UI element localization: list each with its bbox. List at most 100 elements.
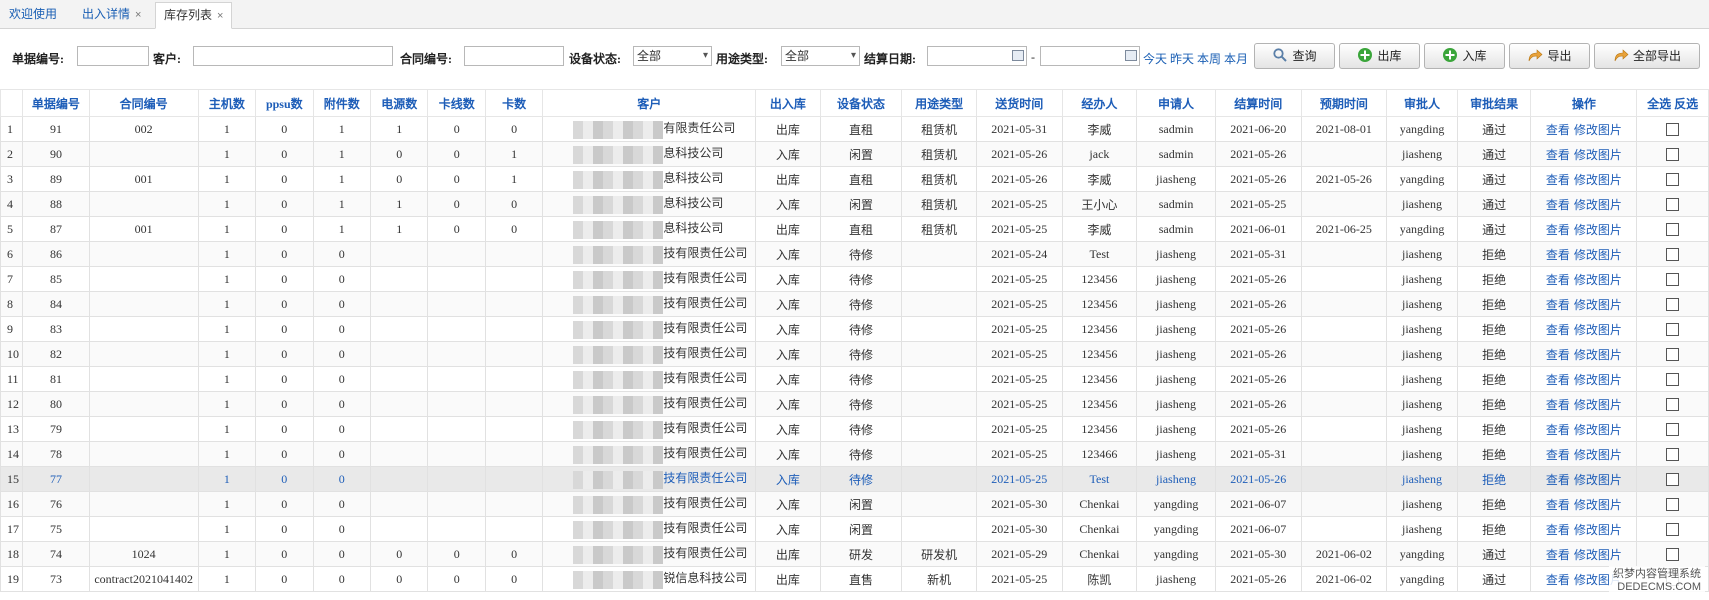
table-row[interactable]: 5 87 001 1 0 1 1 0 0 息科技公司 出库 直租 租赁机 2021-05-25 李威 sadm… [0,216,1709,242]
view-link[interactable]: 查看 [1546,173,1570,187]
column-header-approval-result[interactable]: 审批结果 [1456,89,1532,117]
view-link[interactable]: 查看 [1546,273,1570,287]
column-header-applicant[interactable]: 申请人 [1136,89,1216,117]
row-checkbox[interactable] [1666,498,1680,512]
edit-image-link[interactable]: 修改图片 [1574,423,1622,437]
column-header-ppsu-count[interactable]: ppsu数 [255,89,314,117]
table-row[interactable]: 9 83 1 0 0 技有限责任公司 入库 待修 2021-05-25 123456 jiashen… [0,316,1709,342]
view-link[interactable]: 查看 [1546,398,1570,412]
table-row[interactable]: 3 89 001 1 0 1 0 0 1 息科技公司 出库 直租 租赁机 2021-05-26 李威 jias… [0,166,1709,192]
row-checkbox[interactable] [1666,273,1680,287]
close-icon[interactable]: × [135,9,141,21]
view-link[interactable]: 查看 [1546,298,1570,312]
edit-image-link[interactable]: 修改图片 [1574,148,1622,162]
table-row[interactable]: 2 90 1 0 1 0 0 1 息科技公司 入库 闲置 租赁机 2021-05-26 jack sadmi… [0,141,1709,167]
table-row[interactable]: 8 84 1 0 0 技有限责任公司 入库 待修 2021-05-25 123456 jiashen… [0,291,1709,317]
edit-image-link[interactable]: 修改图片 [1574,398,1622,412]
view-link[interactable]: 查看 [1546,198,1570,212]
table-row[interactable]: 15 77 1 0 0 技有限责任公司 入库 待修 2021-05-25 Test jiasheng… [0,466,1709,492]
table-row[interactable]: 18 74 1024 1 0 0 0 0 0 技有限责任公司 出库 研发 研发机 2021-05-29 Ch… [0,541,1709,567]
edit-image-link[interactable]: 修改图片 [1574,373,1622,387]
view-link[interactable]: 查看 [1546,123,1570,137]
column-header-customer[interactable]: 客户 [542,89,757,117]
settle-date-start-input[interactable] [927,46,1027,66]
quick-week-link[interactable]: 本周 [1197,50,1221,67]
row-checkbox[interactable] [1666,473,1680,487]
column-header-doc-no[interactable]: 单据编号 [22,89,90,117]
calendar-icon[interactable] [1125,50,1137,61]
contract-no-input[interactable] [464,46,564,66]
table-row[interactable]: 17 75 1 0 0 技有限责任公司 入库 闲置 2021-05-30 Chenkai yangd… [0,516,1709,542]
column-header-cardline-count[interactable]: 卡线数 [427,89,486,117]
column-header-card-count[interactable]: 卡数 [484,89,544,117]
view-link[interactable]: 查看 [1546,323,1570,337]
edit-image-link[interactable]: 修改图片 [1574,273,1622,287]
view-link[interactable]: 查看 [1546,423,1570,437]
doc-no-input[interactable] [77,46,149,66]
edit-image-link[interactable]: 修改图片 [1574,348,1622,362]
row-checkbox[interactable] [1666,398,1680,412]
column-header-host-count[interactable]: 主机数 [197,89,257,117]
edit-image-link[interactable]: 修改图片 [1574,523,1622,537]
edit-image-link[interactable]: 修改图片 [1574,473,1622,487]
export-all-button[interactable]: 全部导出 [1594,43,1700,69]
edit-image-link[interactable]: 修改图片 [1574,173,1622,187]
usage-type-select[interactable]: 全部 ▾ [781,46,860,66]
row-checkbox[interactable] [1666,423,1680,437]
column-header-expected-time[interactable]: 预期时间 [1300,89,1388,117]
table-row[interactable]: 16 76 1 0 0 技有限责任公司 入库 闲置 2021-05-30 Chenkai yangd… [0,491,1709,517]
column-header-usage-type[interactable]: 用途类型 [901,89,977,117]
table-row[interactable]: 10 82 1 0 0 技有限责任公司 入库 待修 2021-05-25 123456 jiashe… [0,341,1709,367]
row-checkbox[interactable] [1666,548,1680,562]
column-header-approver[interactable]: 审批人 [1386,89,1458,117]
edit-image-link[interactable]: 修改图片 [1574,298,1622,312]
edit-image-link[interactable]: 修改图片 [1574,123,1622,137]
calendar-icon[interactable] [1012,50,1024,61]
view-link[interactable]: 查看 [1546,348,1570,362]
row-checkbox[interactable] [1666,298,1680,312]
edit-image-link[interactable]: 修改图片 [1574,548,1622,562]
view-link[interactable]: 查看 [1546,473,1570,487]
tab-welcome[interactable]: 欢迎使用 [9,2,57,27]
table-row[interactable]: 19 73 contract2021041402 1 0 0 0 0 0 锐信息科技公司 出库 直售新… [0,566,1709,592]
view-link[interactable]: 查看 [1546,373,1570,387]
row-checkbox[interactable] [1666,198,1680,212]
column-header-io[interactable]: 出入库 [755,89,821,117]
column-header-contract-no[interactable]: 合同编号 [88,89,199,117]
view-link[interactable]: 查看 [1546,498,1570,512]
quick-yesterday-link[interactable]: 昨天 [1170,50,1194,67]
quick-month-link[interactable]: 本月 [1224,50,1248,67]
select-all-link[interactable]: 全选 [1647,97,1671,111]
view-link[interactable]: 查看 [1546,223,1570,237]
table-row[interactable]: 14 78 1 0 0 技有限责任公司 入库 待修 2021-05-25 123466 jiashe… [0,441,1709,467]
close-icon[interactable]: × [217,10,223,22]
table-row[interactable]: 7 85 1 0 0 技有限责任公司 入库 待修 2021-05-25 123456 jiashen… [0,266,1709,292]
row-checkbox[interactable] [1666,448,1680,462]
customer-input[interactable] [193,46,393,66]
row-checkbox[interactable] [1666,223,1680,237]
quick-today-link[interactable]: 今天 [1143,50,1167,67]
column-header-handler[interactable]: 经办人 [1061,89,1138,117]
column-header-attachment-count[interactable]: 附件数 [312,89,372,117]
edit-image-link[interactable]: 修改图片 [1574,323,1622,337]
view-link[interactable]: 查看 [1546,148,1570,162]
query-button[interactable]: 查询 [1254,43,1335,69]
view-link[interactable]: 查看 [1546,448,1570,462]
table-row[interactable]: 12 80 1 0 0 技有限责任公司 入库 待修 2021-05-25 123456 jiashe… [0,391,1709,417]
export-button[interactable]: 导出 [1509,43,1590,69]
tab-io-details[interactable]: 出入详情 × [82,2,141,27]
row-checkbox[interactable] [1666,123,1680,137]
invert-selection-link[interactable]: 反选 [1674,97,1698,111]
edit-image-link[interactable]: 修改图片 [1574,498,1622,512]
edit-image-link[interactable]: 修改图片 [1574,448,1622,462]
settle-date-end-input[interactable] [1040,46,1140,66]
table-row[interactable]: 11 81 1 0 0 技有限责任公司 入库 待修 2021-05-25 123456 jiashe… [0,366,1709,392]
edit-image-link[interactable]: 修改图片 [1574,223,1622,237]
view-link[interactable]: 查看 [1546,523,1570,537]
table-row[interactable]: 4 88 1 0 1 1 0 0 息科技公司 入库 闲置 租赁机 2021-05-25 王小心 sadmin… [0,191,1709,217]
tab-inventory-list[interactable]: 库存列表 × [155,2,233,29]
device-status-select[interactable]: 全部 ▾ [633,46,712,66]
inbound-button[interactable]: 入库 [1424,43,1505,69]
row-checkbox[interactable] [1666,323,1680,337]
column-header-settle-time[interactable]: 结算时间 [1214,89,1302,117]
